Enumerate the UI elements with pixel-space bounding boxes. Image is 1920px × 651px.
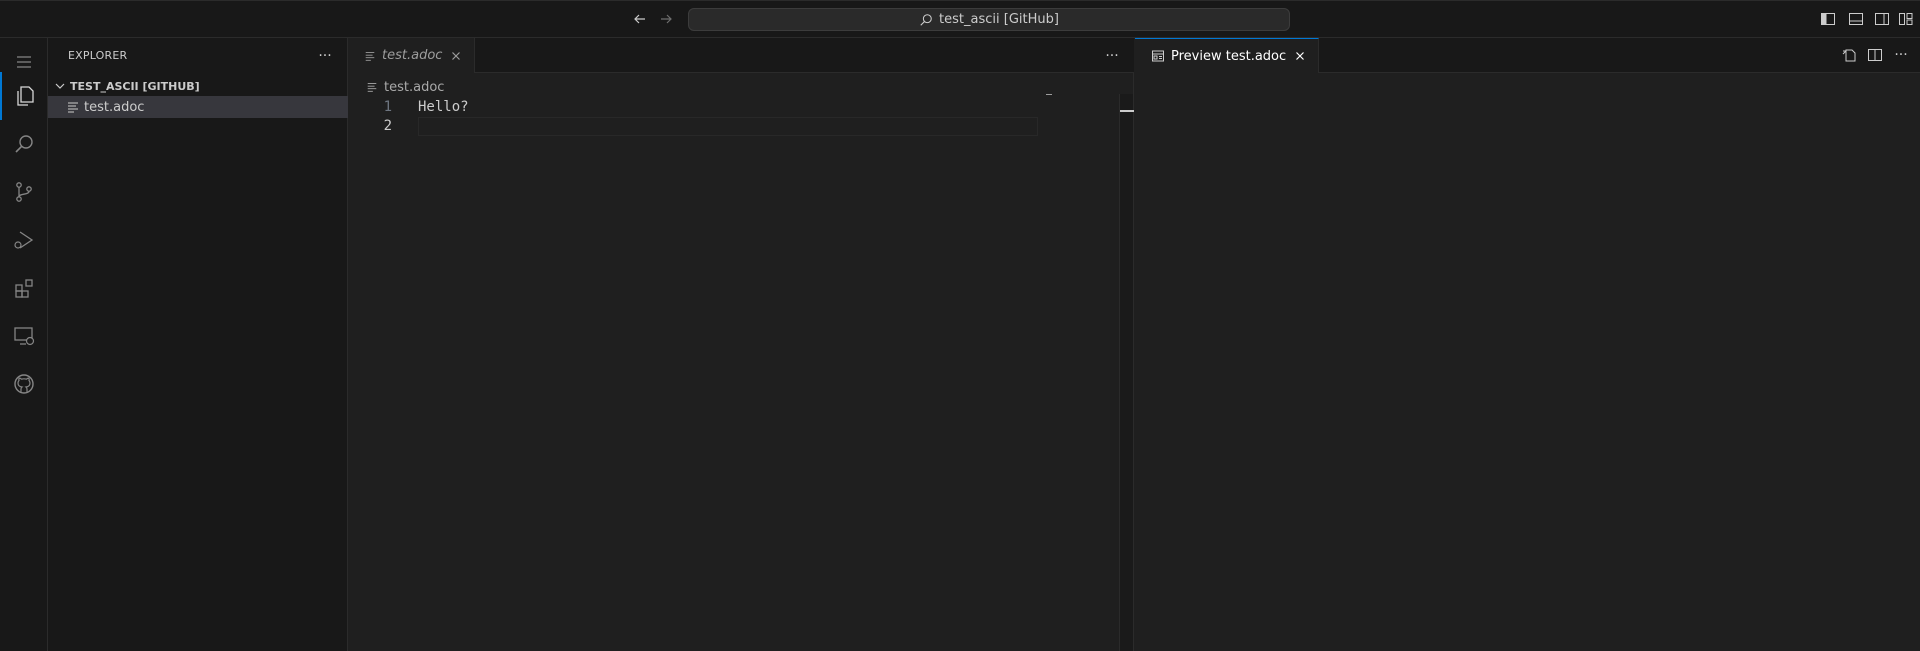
file-text-icon [364, 50, 376, 62]
folder-row[interactable]: TEST_ASCII [GITHUB] [48, 75, 348, 97]
line-number: 1 [383, 99, 392, 115]
tab-test-adoc[interactable]: test.adoc [348, 38, 476, 73]
scrollbar-thumb[interactable] [1120, 110, 1134, 112]
search-button[interactable] [0, 120, 48, 168]
breadcrumb-file: test.adoc [384, 79, 445, 95]
layout-panel-icon [1849, 13, 1863, 25]
current-line-highlight [418, 117, 1038, 136]
toggle-panel-button[interactable] [1848, 11, 1864, 27]
line-number: 2 [383, 118, 392, 134]
customize-layout-button[interactable] [1898, 11, 1914, 27]
extensions-button[interactable] [0, 264, 48, 312]
tab-label: test.adoc [382, 48, 443, 63]
code-line-current: 2 [348, 117, 1048, 136]
open-source-icon [1842, 49, 1856, 62]
command-center-text: test_ascii [GitHub] [939, 12, 1059, 27]
remote-explorer-icon [14, 327, 35, 346]
tab-close-button[interactable] [1292, 48, 1308, 64]
tab-label: Preview test.adoc [1171, 48, 1287, 64]
explorer-title: EXPLORER [68, 49, 128, 62]
editor-group-left: test.adoc ··· test.adoc 1 Hello? 2 [348, 38, 1134, 651]
open-source-button[interactable] [1840, 46, 1858, 64]
github-button[interactable] [0, 360, 48, 408]
explorer-more-actions-button[interactable]: ··· [315, 46, 335, 66]
chevron-down-icon [52, 78, 68, 94]
search-icon [919, 13, 933, 27]
code-editor[interactable]: 1 Hello? 2 [348, 98, 1048, 136]
activity-bar [0, 38, 48, 651]
command-center-search[interactable]: test_ascii [GitHub] [688, 8, 1290, 31]
preview-icon [1151, 49, 1165, 63]
title-bar-top-border [0, 0, 1920, 1]
toggle-primary-sidebar-button[interactable] [1820, 11, 1836, 27]
editor-more-actions-button[interactable]: ··· [1102, 46, 1122, 66]
editor-tabs-right: Preview test.adoc ··· [1135, 38, 1920, 73]
forward-button[interactable] [656, 9, 676, 29]
files-icon [17, 86, 34, 106]
editor-tabs-left: test.adoc ··· [348, 38, 1134, 73]
arrow-left-icon [634, 14, 645, 24]
file-name: test.adoc [84, 99, 145, 115]
layout-sidebar-left-icon [1821, 13, 1835, 25]
arrow-right-icon [661, 14, 672, 24]
remote-explorer-button[interactable] [0, 312, 48, 360]
tab-close-button[interactable] [448, 48, 464, 64]
back-button[interactable] [630, 9, 650, 29]
explorer-sidebar: EXPLORER ··· TEST_ASCII [GITHUB] test.ad… [48, 38, 348, 651]
vertical-scrollbar[interactable] [1119, 94, 1134, 651]
code-line: 1 Hello? [348, 98, 1048, 117]
toggle-secondary-sidebar-button[interactable] [1874, 11, 1890, 27]
extensions-icon [15, 279, 33, 298]
file-item[interactable]: test.adoc [48, 96, 348, 118]
search-icon [15, 135, 33, 153]
github-icon [14, 374, 34, 394]
line-text: Hello? [418, 99, 469, 115]
file-text-icon [366, 81, 378, 93]
explorer-button[interactable] [0, 72, 48, 120]
split-editor-button[interactable] [1866, 46, 1884, 64]
tab-preview-test-adoc[interactable]: Preview test.adoc [1135, 38, 1320, 73]
close-icon [1296, 52, 1305, 60]
source-control-icon [16, 182, 32, 202]
file-text-icon [66, 100, 80, 114]
run-debug-icon [14, 231, 34, 249]
preview-more-actions-button[interactable]: ··· [1892, 46, 1910, 64]
editor-actions: ··· [1840, 46, 1910, 64]
source-control-button[interactable] [0, 168, 48, 216]
editor-group-right: Preview test.adoc ··· [1135, 38, 1920, 651]
breadcrumb[interactable]: test.adoc [366, 76, 444, 98]
customize-layout-icon [1899, 13, 1913, 25]
hamburger-menu-icon [17, 56, 31, 68]
close-icon [452, 51, 461, 60]
title-bar: test_ascii [GitHub] [0, 0, 1920, 38]
layout-sidebar-right-icon [1875, 13, 1889, 25]
run-and-debug-button[interactable] [0, 216, 48, 264]
minimap[interactable] [1046, 94, 1052, 95]
split-editor-icon [1868, 49, 1882, 61]
folder-name: TEST_ASCII [GITHUB] [70, 79, 200, 93]
